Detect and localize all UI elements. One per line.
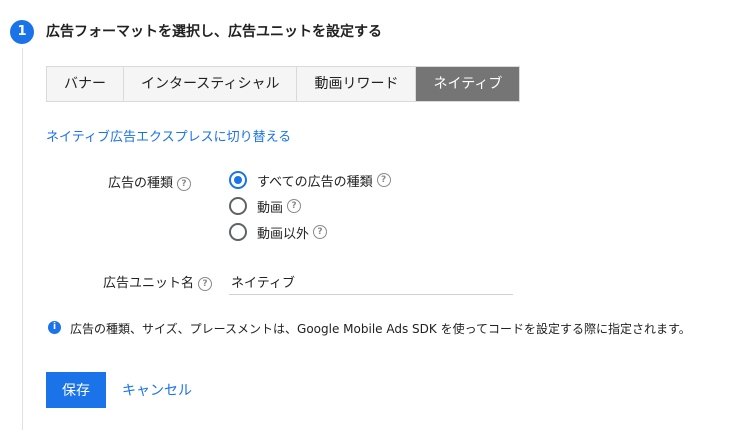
radio-button[interactable] <box>229 223 247 241</box>
help-icon[interactable]: ? <box>287 199 302 213</box>
tab-rewarded-video[interactable]: 動画リワード <box>297 67 417 101</box>
step-number-badge: 1 <box>10 20 34 44</box>
info-message: 広告の種類、サイズ、プレースメントは、Google Mobile Ads SDK… <box>70 322 691 336</box>
unit-name-label: 広告ユニット名 <box>103 276 195 291</box>
ad-type-option-non-video[interactable]: 動画以外? <box>229 222 328 242</box>
tab-native[interactable]: ネイティブ <box>416 67 520 101</box>
ad-type-option-video[interactable]: 動画? <box>229 196 302 216</box>
radio-button-checked[interactable] <box>229 171 247 189</box>
ad-type-option-all[interactable]: すべての広告の種類? <box>229 170 391 190</box>
switch-to-native-express-link[interactable]: ネイティブ広告エクスプレスに切り替える <box>46 126 291 145</box>
help-icon[interactable]: ? <box>313 225 328 239</box>
tab-banner[interactable]: バナー <box>47 67 124 101</box>
help-icon[interactable]: ? <box>376 173 391 187</box>
tab-interstitial[interactable]: インタースティシャル <box>124 67 298 101</box>
info-icon: i <box>48 321 61 334</box>
ad-type-label: 広告の種類 <box>108 176 174 191</box>
format-tabs: バナー インタースティシャル 動画リワード ネイティブ <box>46 66 521 102</box>
ad-type-option-label: 動画以外 <box>257 226 310 242</box>
ad-unit-name-input[interactable] <box>229 268 513 295</box>
help-icon[interactable]: ? <box>177 176 192 191</box>
ad-type-option-label: 動画 <box>257 200 284 216</box>
step-title: 広告フォーマットを選択し、広告ユニットを設定する <box>46 24 382 40</box>
ad-type-option-label: すべての広告の種類 <box>257 174 373 190</box>
unit-name-field: 広告ユニット名? <box>103 272 213 291</box>
radio-button[interactable] <box>229 197 247 215</box>
ad-type-field: 広告の種類? <box>108 172 192 191</box>
help-icon[interactable]: ? <box>198 276 213 291</box>
cancel-button[interactable]: キャンセル <box>122 380 192 400</box>
step-rail <box>22 48 23 430</box>
save-button[interactable]: 保存 <box>46 372 106 408</box>
